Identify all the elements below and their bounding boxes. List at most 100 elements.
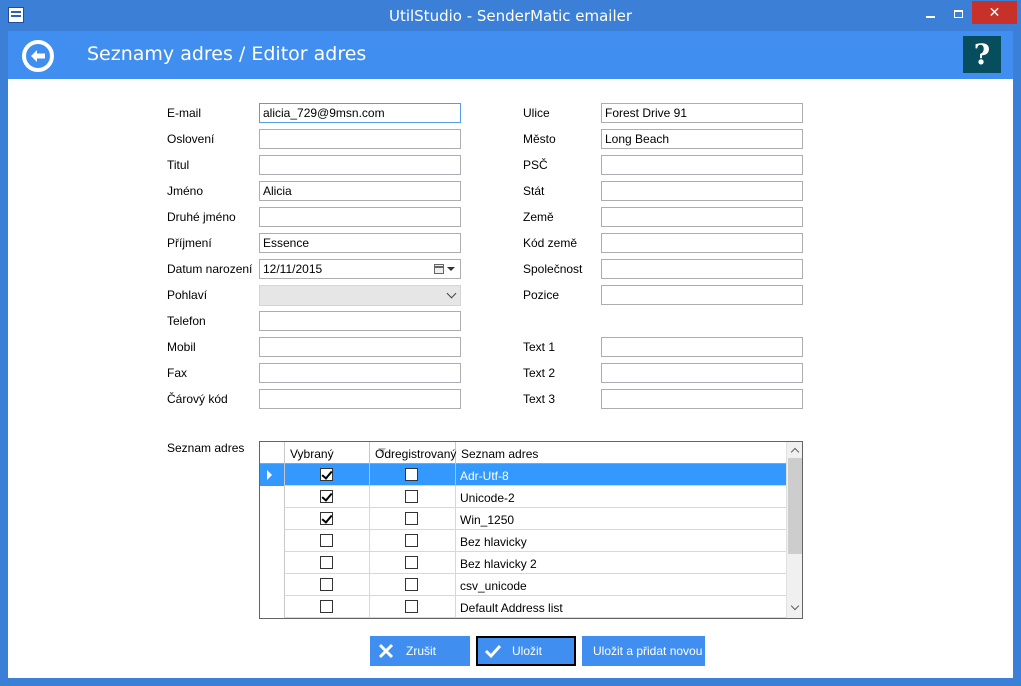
column-header-selected[interactable]: Vybraný (285, 442, 386, 464)
pozice-label: Pozice (523, 288, 560, 302)
selected-checkbox[interactable] (320, 468, 333, 481)
save-and-add-new-button[interactable]: Uložit a přidat novou (582, 636, 705, 666)
table-row[interactable]: Win_1250 (260, 508, 786, 530)
selected-checkbox[interactable] (320, 512, 333, 525)
selected-checkbox[interactable] (320, 534, 333, 547)
text-1-input[interactable] (601, 337, 803, 357)
selected-checkbox[interactable] (320, 556, 333, 569)
help-button[interactable]: ? (963, 36, 1001, 73)
jmeno-label: Jméno (167, 184, 204, 198)
selected-cell (285, 464, 370, 486)
mesto-input[interactable] (601, 129, 803, 149)
prijmeni-input[interactable] (259, 233, 461, 253)
text-2-input[interactable] (601, 363, 803, 383)
grid-vertical-scrollbar[interactable] (786, 442, 802, 618)
text-3-input[interactable] (601, 389, 803, 409)
table-row[interactable]: Bez hlavicky 2 (260, 552, 786, 574)
row-header[interactable] (260, 508, 285, 530)
minimize-icon (925, 15, 935, 18)
table-row[interactable]: Bez hlavicky (260, 530, 786, 552)
fax-input[interactable] (259, 363, 461, 383)
spolecnost-label: Společnost (523, 262, 583, 276)
osloveni-input[interactable] (259, 129, 461, 149)
unsubscribed-checkbox[interactable] (405, 600, 418, 613)
window-title: UtilStudio - SenderMatic emailer (388, 7, 633, 25)
selected-cell (285, 574, 370, 596)
column-header-unsubscribed[interactable]: Odregistrovaný (370, 442, 456, 464)
unsubscribed-cell (370, 530, 456, 552)
spolecnost-input[interactable] (601, 259, 803, 279)
gender-select[interactable] (259, 285, 461, 306)
dropdown-arrow-icon[interactable] (447, 267, 455, 271)
list-name-cell: Adr-Utf-8 (460, 469, 509, 483)
unsubscribed-checkbox[interactable] (405, 468, 418, 481)
cancel-button[interactable]: Zrušit (370, 636, 470, 666)
calendar-icon[interactable] (434, 264, 444, 274)
ulice-label: Ulice (523, 106, 550, 120)
stat-label: Stát (523, 184, 545, 198)
table-row[interactable]: Default Address list (260, 596, 786, 618)
unsubscribed-checkbox[interactable] (405, 556, 418, 569)
maximize-button[interactable] (945, 1, 971, 24)
birth-date-picker[interactable]: 12/11/2015 (259, 259, 461, 279)
stat-input[interactable] (601, 181, 803, 201)
telefon-input[interactable] (259, 311, 461, 331)
jmeno-input[interactable] (259, 181, 461, 201)
titul-input[interactable] (259, 155, 461, 175)
scroll-thumb[interactable] (788, 458, 802, 554)
scroll-down-icon[interactable] (790, 601, 800, 611)
row-header[interactable] (260, 552, 285, 574)
table-row[interactable]: Adr-Utf-8 (260, 464, 786, 486)
close-button[interactable]: ✕ (972, 1, 1017, 24)
unsubscribed-checkbox[interactable] (405, 534, 418, 547)
table-row[interactable]: csv_unicode (260, 574, 786, 596)
mobil-label: Mobil (167, 340, 196, 354)
page-header: Seznamy adres / Editor adres ? (8, 31, 1013, 79)
window-title-bar: UtilStudio - SenderMatic emailer ✕ (0, 0, 1021, 31)
unsubscribed-cell (370, 486, 456, 508)
list-name-cell: Bez hlavicky (460, 535, 527, 549)
back-button[interactable] (22, 40, 54, 72)
client-area: Seznamy adres / Editor adres ? E-mail Osl… (8, 31, 1013, 678)
address-list-grid[interactable]: Vybraný Odregistrovaný Seznam adres Adr-… (259, 441, 803, 619)
selected-checkbox[interactable] (320, 578, 333, 591)
selected-checkbox[interactable] (320, 600, 333, 613)
carovy-kod-input[interactable] (259, 389, 461, 409)
druhe-jmeno-input[interactable] (259, 207, 461, 227)
ulice-input[interactable] (601, 103, 803, 123)
row-header[interactable] (260, 574, 285, 596)
scroll-up-icon[interactable] (790, 447, 800, 457)
psc-input[interactable] (601, 155, 803, 175)
row-header[interactable] (260, 596, 285, 618)
unsubscribed-cell (370, 464, 456, 486)
unsubscribed-cell (370, 508, 456, 530)
row-header[interactable] (260, 464, 285, 486)
zeme-input[interactable] (601, 207, 803, 227)
unsubscribed-checkbox[interactable] (405, 490, 418, 503)
psc-label: PSČ (523, 158, 548, 172)
minimize-button[interactable] (917, 1, 943, 24)
address-list-label: Seznam adres (167, 441, 245, 455)
table-row[interactable]: Unicode-2 (260, 486, 786, 508)
close-x-icon (378, 643, 394, 659)
unsubscribed-cell (370, 596, 456, 618)
save-button[interactable]: Uložit (476, 636, 576, 666)
text-1-label: Text 1 (523, 340, 556, 354)
unsubscribed-cell (370, 552, 456, 574)
kod-zeme-input[interactable] (601, 233, 803, 253)
pozice-input[interactable] (601, 285, 803, 305)
unsubscribed-checkbox[interactable] (405, 578, 418, 591)
osloveni-label: Oslovení (167, 132, 215, 146)
row-header[interactable] (260, 486, 285, 508)
list-name-cell: Bez hlavicky 2 (460, 557, 537, 571)
mobil-input[interactable] (259, 337, 461, 357)
column-header-list-name[interactable]: Seznam adres (456, 442, 786, 464)
selected-checkbox[interactable] (320, 490, 333, 503)
e-mail-input[interactable] (259, 103, 461, 123)
kod-zeme-label: Kód země (523, 236, 578, 250)
unsubscribed-checkbox[interactable] (405, 512, 418, 525)
row-header[interactable] (260, 530, 285, 552)
list-name-cell: Unicode-2 (460, 491, 515, 505)
e-mail-label: E-mail (167, 106, 202, 120)
carovy-kod-label: Čárový kód (167, 392, 228, 406)
